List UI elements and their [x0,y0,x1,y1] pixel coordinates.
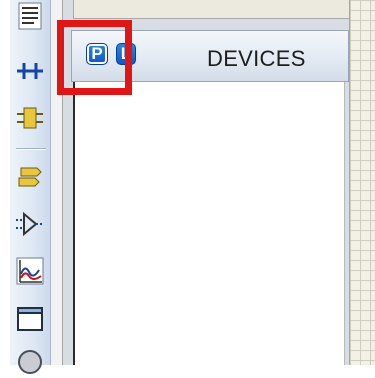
highlight-box [57,20,132,95]
terminal-icon[interactable] [14,160,46,192]
schematic-editing-area[interactable] [349,0,375,365]
graph-icon[interactable] [14,255,46,287]
tape-recorder-icon[interactable] [14,303,46,335]
devices-panel-title: DEVICES [207,46,306,71]
bus-icon[interactable] [14,52,46,84]
device-pin-icon[interactable] [14,208,46,240]
subcircuit-icon[interactable] [14,102,46,134]
text-script-icon[interactable] [14,0,46,32]
overview-window [73,0,349,19]
device-list[interactable] [73,82,345,365]
toolbar-separator [16,148,46,150]
generator-icon[interactable] [14,346,46,378]
left-toolbar [10,0,51,374]
